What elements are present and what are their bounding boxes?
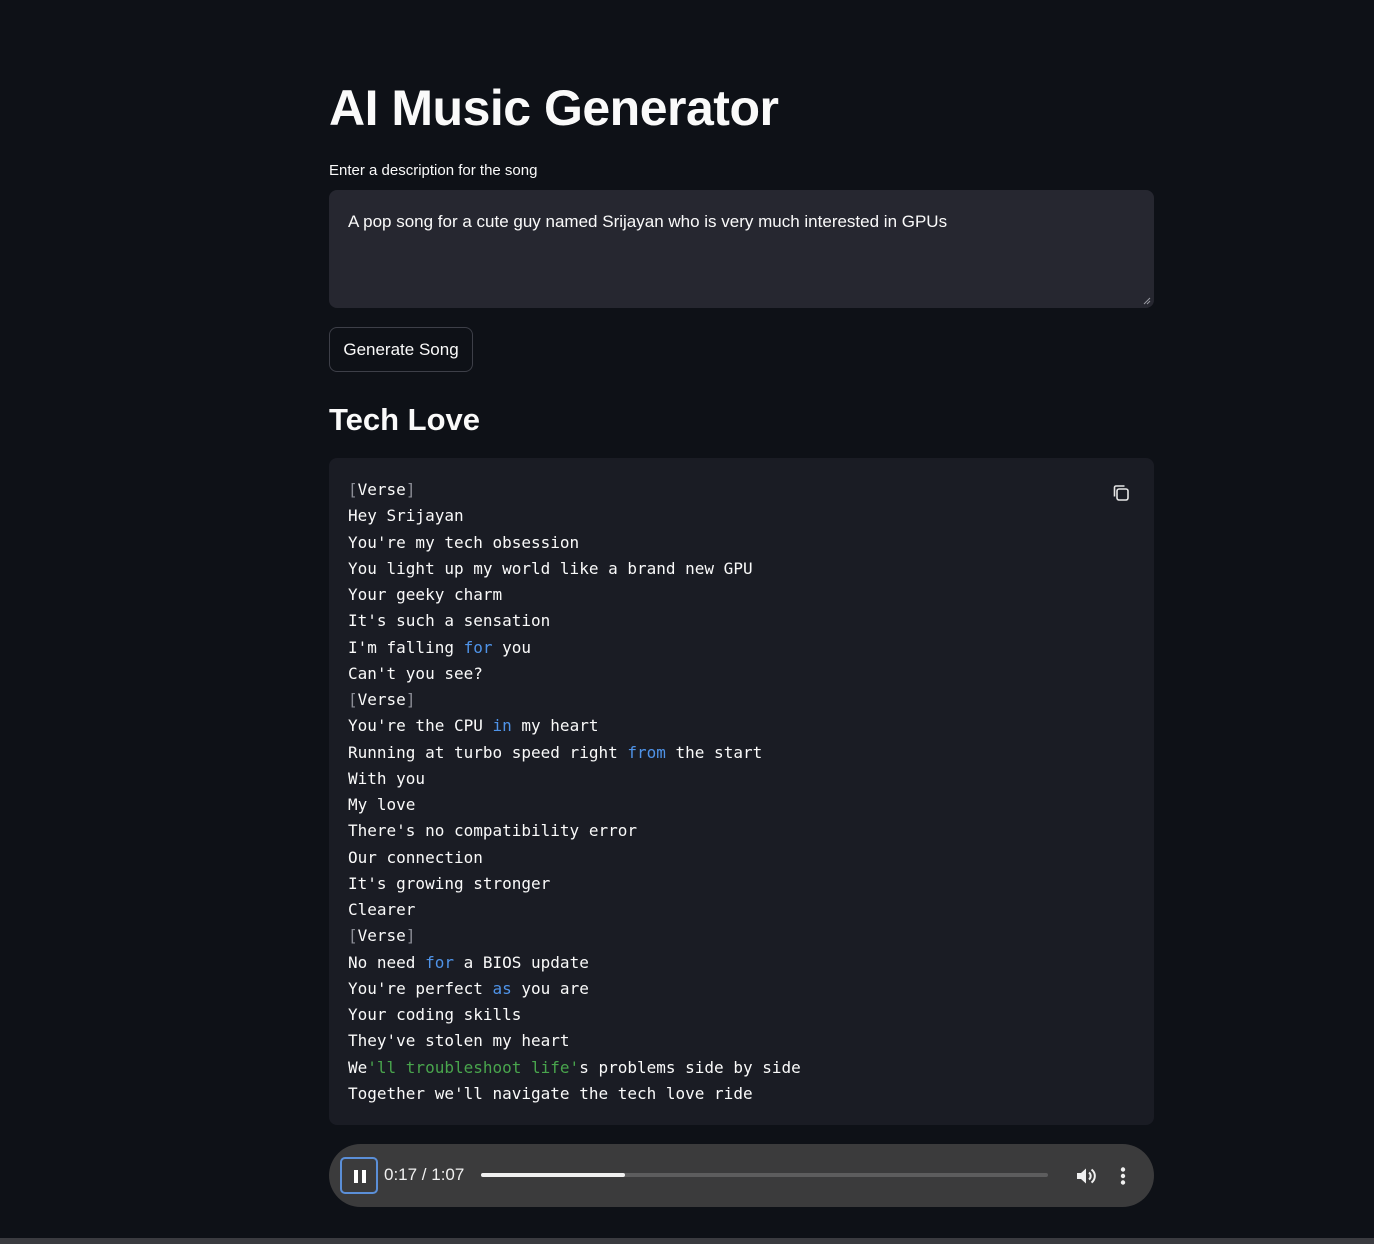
lyric-segment: ]	[405, 690, 416, 709]
lyric-segment: Running at turbo speed right	[348, 742, 628, 762]
lyric-segment: Together we'll navigate the tech love ri…	[348, 1083, 753, 1103]
lyric-segment: as	[492, 978, 512, 998]
audio-player: 0:17 / 1:07	[329, 1144, 1154, 1207]
lyric-line: [Verse]	[348, 687, 1135, 713]
description-textarea[interactable]	[329, 190, 1154, 308]
lyric-segment: you are	[511, 978, 589, 998]
volume-icon[interactable]	[1074, 1164, 1098, 1188]
lyric-segment: ]	[405, 926, 416, 946]
lyric-line: [Verse]	[348, 923, 1135, 949]
lyric-segment: You're perfect	[348, 978, 493, 998]
lyric-segment: s problems side by side	[579, 1057, 801, 1077]
resize-handle-icon[interactable]	[1143, 297, 1151, 305]
lyric-line: You're the CPU in my heart	[348, 713, 1135, 739]
lyric-line: My love	[348, 792, 1135, 818]
lyric-line: It's such a sensation	[348, 608, 1135, 634]
lyric-segment: for	[425, 952, 454, 972]
lyric-segment: Verse	[357, 690, 406, 709]
lyric-line: Clearer	[348, 897, 1135, 923]
lyric-segment: Verse	[357, 926, 406, 946]
lyric-segment: Verse	[357, 480, 406, 499]
lyric-line: They've stolen my heart	[348, 1028, 1135, 1054]
lyric-segment: My love	[348, 795, 416, 814]
lyric-segment: No need	[348, 952, 426, 972]
lyric-segment: for	[463, 637, 493, 657]
lyric-segment: ]	[405, 480, 416, 499]
page-title: AI Music Generator	[329, 80, 779, 136]
lyric-segment: Can't you see?	[348, 663, 483, 683]
lyrics-code-block: [Verse] Hey Srijayan You're my tech obsess…	[329, 458, 1154, 1125]
lyric-segment: 'll troubleshoot life'	[367, 1057, 580, 1077]
lyric-line: There's no compatibility error	[348, 818, 1135, 844]
pause-button[interactable]	[340, 1157, 378, 1194]
lyric-segment: They've stolen my heart	[348, 1031, 570, 1051]
lyric-line: Your coding skills	[348, 1002, 1135, 1028]
lyric-line: You're my tech obsession	[348, 530, 1135, 556]
lyric-segment: my heart	[511, 716, 599, 736]
lyric-line: Together we'll navigate the tech love ri…	[348, 1081, 1135, 1107]
lyric-segment: You're my tech obsession	[348, 532, 580, 552]
lyric-segment: [	[348, 926, 358, 946]
lyric-segment: I'm falling	[348, 637, 464, 657]
lyric-segment: the start	[665, 742, 763, 762]
description-label: Enter a description for the song	[329, 162, 538, 179]
pause-icon-bar	[362, 1170, 366, 1183]
lyric-line: It's growing stronger	[348, 871, 1135, 897]
lyric-segment: a BIOS update	[453, 952, 589, 972]
lyric-line: We'll troubleshoot life's problems side …	[348, 1055, 1135, 1081]
lyric-line: Our connection	[348, 845, 1135, 871]
lyric-segment: Clearer	[348, 900, 416, 919]
playback-time: 0:17 / 1:07	[384, 1165, 465, 1184]
lyric-segment: It's such a sensation	[348, 611, 551, 631]
lyric-segment: you	[492, 637, 532, 657]
lyric-line: You light up my world like a brand new G…	[348, 556, 1135, 582]
lyric-segment: [	[348, 480, 358, 499]
seek-bar-fill	[481, 1173, 625, 1177]
lyric-segment: We	[348, 1057, 368, 1077]
lyric-line: You're perfect as you are	[348, 976, 1135, 1002]
lyric-segment: Your geeky charm	[348, 585, 503, 604]
lyric-line: [Verse]	[348, 477, 1135, 503]
lyric-line: Your geeky charm	[348, 582, 1135, 608]
lyric-segment: from	[627, 742, 666, 762]
lyric-line: Hey Srijayan	[348, 503, 1135, 529]
lyric-line: No need for a BIOS update	[348, 950, 1135, 976]
lyrics-text: [Verse] Hey Srijayan You're my tech obsess…	[348, 477, 1135, 1107]
lyric-segment: [	[348, 690, 358, 709]
bottom-strip	[0, 1238, 1374, 1244]
lyric-segment: There's no compatibility error	[348, 821, 637, 841]
lyric-segment: Our connection	[348, 847, 483, 867]
lyric-line: With you	[348, 766, 1135, 792]
song-title: Tech Love	[329, 402, 481, 437]
copy-icon[interactable]	[1110, 482, 1132, 504]
lyric-segment: Your coding skills	[348, 1005, 522, 1024]
lyric-line: Running at turbo speed right from the st…	[348, 740, 1135, 766]
lyric-segment: You light up my world like a brand new G…	[348, 558, 753, 578]
pause-icon	[354, 1170, 358, 1183]
lyric-segment: You're the CPU	[348, 716, 493, 736]
lyric-line: Can't you see?	[348, 661, 1135, 687]
lyric-segment: in	[492, 716, 512, 736]
lyric-segment: With you	[348, 768, 426, 788]
lyric-segment: Hey Srijayan	[348, 506, 464, 526]
lyric-line: I'm falling for you	[348, 635, 1135, 661]
lyric-segment: It's growing stronger	[348, 873, 551, 893]
seek-bar[interactable]	[481, 1173, 1048, 1177]
generate-song-button[interactable]: Generate Song	[329, 327, 473, 372]
more-vert-icon[interactable]	[1113, 1164, 1133, 1188]
